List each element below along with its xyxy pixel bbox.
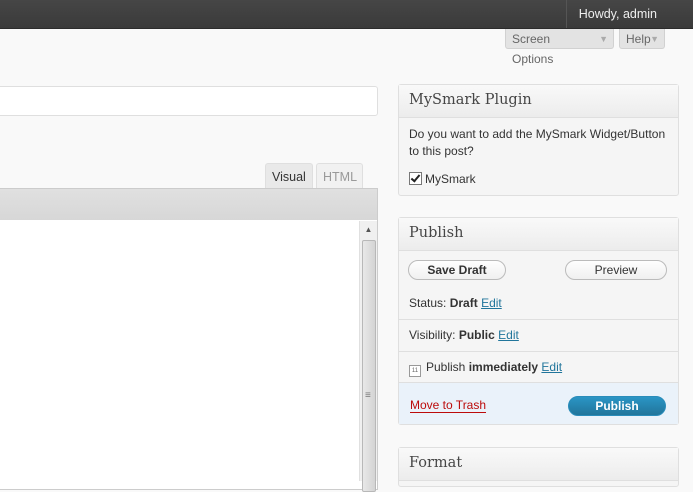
status-label: Status: xyxy=(409,296,447,310)
editor-toolbar xyxy=(0,188,378,221)
visibility-row: Visibility: Public Edit xyxy=(409,328,519,342)
admin-bar: Howdy, admin xyxy=(0,0,693,29)
divider xyxy=(399,351,678,352)
tab-visual[interactable]: Visual xyxy=(265,163,313,189)
publish-actions: Move to Trash Publish xyxy=(399,382,678,424)
chevron-down-icon: ▼ xyxy=(599,34,608,44)
preview-button[interactable]: Preview xyxy=(565,260,667,280)
mysmark-box-title[interactable]: MySmark Plugin xyxy=(399,85,678,118)
schedule-label: Publish xyxy=(426,360,466,374)
mysmark-checkbox[interactable] xyxy=(409,172,422,185)
calendar-icon: 11 xyxy=(409,365,421,377)
save-draft-button[interactable]: Save Draft xyxy=(408,260,506,280)
help-button[interactable]: Help ▼ xyxy=(619,29,665,49)
format-box: Format xyxy=(398,447,679,487)
schedule-row: 11 Publish immediately Edit xyxy=(409,360,562,377)
status-value: Draft xyxy=(449,296,478,310)
post-content-editor[interactable] xyxy=(0,220,378,490)
edit-schedule-link[interactable]: Edit xyxy=(541,360,562,374)
divider xyxy=(399,319,678,320)
mysmark-checkbox-row[interactable]: MySmark xyxy=(409,172,476,186)
grip-icon: ≡ xyxy=(365,390,371,401)
scroll-up-icon[interactable]: ▲ xyxy=(360,221,377,238)
edit-visibility-link[interactable]: Edit xyxy=(498,328,519,342)
edit-status-link[interactable]: Edit xyxy=(481,296,502,310)
format-box-title[interactable]: Format xyxy=(399,448,678,481)
post-status-row: Status: Draft Edit xyxy=(409,296,502,310)
visibility-label: Visibility: xyxy=(409,328,456,342)
screen-options-label: Screen Options xyxy=(512,32,554,66)
screen-options-button[interactable]: Screen Options ▼ xyxy=(505,29,614,66)
editor-scrollbar[interactable]: ▲ ≡ xyxy=(359,221,377,492)
publish-box: Publish Save Draft Preview Status: Draft… xyxy=(398,217,679,425)
publish-button[interactable]: Publish xyxy=(568,396,666,416)
scroll-thumb[interactable]: ≡ xyxy=(362,240,376,492)
chevron-down-icon: ▼ xyxy=(650,34,659,44)
account-menu[interactable]: Howdy, admin xyxy=(565,0,693,28)
visibility-value: Public xyxy=(458,328,495,342)
mysmark-checkbox-label: MySmark xyxy=(425,172,476,186)
help-label: Help xyxy=(626,32,651,46)
post-title-input[interactable] xyxy=(0,86,378,116)
move-to-trash-link[interactable]: Move to Trash xyxy=(410,399,487,413)
mysmark-plugin-box: MySmark Plugin Do you want to add the My… xyxy=(398,84,679,196)
mysmark-question: Do you want to add the MySmark Widget/Bu… xyxy=(409,127,666,158)
tab-html[interactable]: HTML xyxy=(316,163,363,189)
schedule-value: immediately xyxy=(468,360,539,374)
publish-box-title[interactable]: Publish xyxy=(399,218,678,251)
